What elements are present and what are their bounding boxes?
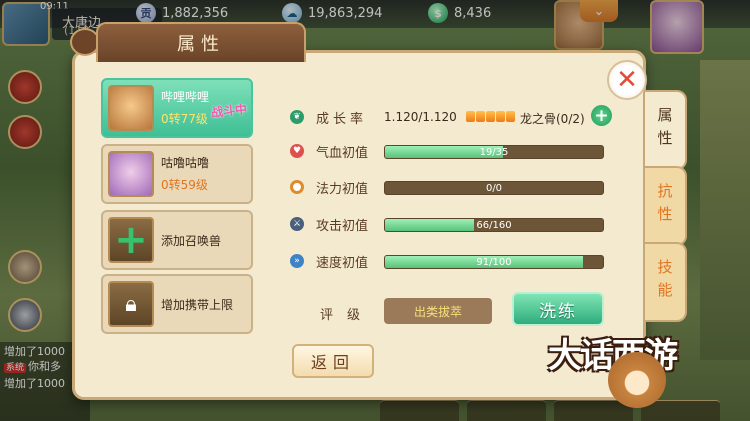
mp-row: 法力初值 — [290, 178, 396, 197]
bone-slot — [486, 111, 495, 122]
bone-slot — [476, 111, 485, 122]
pet-level: 0转77级 — [161, 112, 208, 126]
attack-bar: 66/160 — [384, 218, 604, 232]
close-icon: ✕ — [616, 65, 638, 95]
increase-limit-label: 增加携带上限 — [161, 298, 234, 312]
bone-slot — [506, 111, 515, 122]
bear-mascot-icon — [608, 352, 666, 408]
add-summon-label: 添加召唤兽 — [161, 234, 222, 248]
hp-bar-text: 19/35 — [479, 147, 509, 158]
hp-row: ♥ 气血初值 — [290, 142, 396, 161]
attack-row: ⚔ 攻击初值 — [290, 215, 396, 234]
tab-attributes[interactable]: 属性 — [645, 90, 687, 170]
growth-value: 1.120/1.120 — [384, 110, 457, 124]
mp-bar: 0/0 — [384, 181, 604, 195]
add-dragon-bone-button[interactable]: + — [591, 105, 612, 126]
pet-card-gulu[interactable]: 咕噜咕噜 0转59级 — [101, 144, 253, 204]
ring-icon — [290, 180, 304, 194]
dragon-bone-label: 龙之骨(0/2) — [520, 112, 585, 126]
tab-resistance[interactable]: 抗性 — [645, 166, 687, 246]
close-button[interactable]: ✕ — [607, 60, 647, 100]
pet-name: 咕噜咕噜 — [161, 156, 210, 170]
add-summon-button[interactable]: + 添加召唤兽 — [101, 210, 253, 270]
increase-limit-button[interactable]: 🔒︎ 增加携带上限 — [101, 274, 253, 334]
attack-bar-text: 66/160 — [476, 220, 512, 231]
speed-row: » 速度初值 — [290, 252, 396, 271]
game-logo: 大话西游 — [548, 318, 738, 410]
dialog-title: 属性 — [96, 22, 306, 62]
sword-icon: ⚔ — [290, 217, 304, 231]
mp-bar-text: 0/0 — [485, 183, 503, 194]
tab-skills[interactable]: 技能 — [645, 242, 687, 322]
plus-icon: + — [108, 217, 154, 263]
bone-slot — [496, 111, 505, 122]
growth-row: ❦ 成长率 — [290, 108, 396, 127]
cat-pet-avatar — [108, 151, 154, 197]
plus-icon: + — [594, 105, 609, 126]
speed-bar: 91/100 — [384, 255, 604, 269]
in-battle-badge: 战斗中 — [210, 102, 248, 120]
pet-name: 哔哩哔哩 — [161, 90, 210, 104]
back-button[interactable]: 返回 — [292, 344, 374, 378]
grade-label: 评级 — [320, 308, 375, 323]
lock-icon: 🔒︎ — [108, 281, 154, 327]
grade-badge: 出类拔萃 — [384, 298, 492, 324]
dragon-bone-indicator — [466, 111, 515, 122]
leaf-icon: ❦ — [290, 110, 304, 124]
heart-icon: ♥ — [290, 144, 304, 158]
pet-card-bilibili[interactable]: 哔哩哔哩 0转77级 战斗中 — [101, 78, 253, 138]
hp-bar: 19/35 — [384, 145, 604, 159]
speed-icon: » — [290, 254, 304, 268]
pet-level: 0转59级 — [161, 178, 208, 192]
lion-pet-avatar — [108, 85, 154, 131]
speed-bar-text: 91/100 — [476, 257, 512, 268]
bone-slot — [466, 111, 475, 122]
